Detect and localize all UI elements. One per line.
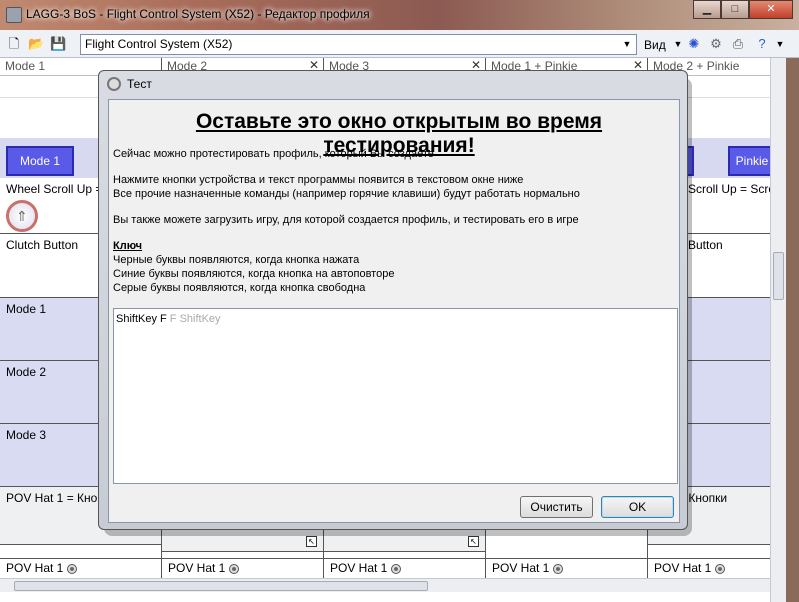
profile-select-value: Flight Control System (X52) bbox=[85, 37, 233, 51]
dialog-body: Оставьте это окно открытым во время тест… bbox=[108, 99, 680, 523]
expand-icon[interactable]: ↖ bbox=[468, 536, 479, 547]
joystick-icon[interactable]: ✺ bbox=[686, 36, 702, 52]
mode-button[interactable]: Mode 1 bbox=[6, 146, 74, 176]
dialog-title: Тест bbox=[127, 77, 152, 91]
close-button[interactable]: ✕ bbox=[749, 0, 793, 19]
minimize-button[interactable]: ▁ bbox=[693, 0, 721, 19]
gear-icon bbox=[107, 77, 121, 91]
mode-button[interactable]: Pinkie bbox=[728, 146, 776, 176]
pov-footer[interactable]: POV Hat 1 bbox=[0, 558, 161, 578]
pov-footer[interactable]: POV Hat 1 bbox=[486, 558, 647, 578]
horizontal-scrollbar[interactable] bbox=[0, 578, 770, 592]
radio-icon bbox=[229, 563, 240, 574]
radio-icon bbox=[553, 563, 564, 574]
maximize-button[interactable]: □ bbox=[721, 0, 749, 19]
key-grey-line: Серые буквы появляются, когда кнопка сво… bbox=[113, 282, 366, 294]
cell-label: Clutch Button bbox=[6, 238, 79, 252]
gear-icon[interactable]: ⚙ bbox=[708, 36, 724, 52]
view-menu[interactable]: Вид bbox=[644, 38, 666, 52]
window-frame-right bbox=[786, 58, 799, 602]
save-icon[interactable]: 💾 bbox=[50, 36, 66, 52]
window-controls: ▁ □ ✕ bbox=[693, 0, 793, 19]
new-file-icon[interactable]: 🗋 bbox=[6, 36, 22, 52]
app-icon bbox=[6, 7, 22, 23]
vertical-scroll-thumb[interactable] bbox=[773, 252, 784, 300]
pov-footer[interactable]: POV Hat 1 bbox=[162, 558, 323, 578]
view-dropdown-icon[interactable]: ▼ bbox=[670, 36, 686, 52]
test-dialog: Тест Оставьте это окно открытым во время… bbox=[98, 70, 688, 530]
expand-icon[interactable]: ↖ bbox=[306, 536, 317, 547]
info-line: Сейчас можно протестировать профиль, кот… bbox=[113, 148, 434, 160]
help-dropdown-icon[interactable]: ▼ bbox=[772, 36, 788, 52]
info-line: Вы также можете загрузить игру, для кото… bbox=[113, 214, 579, 226]
vertical-scrollbar[interactable] bbox=[770, 58, 786, 602]
scroll-wheel-icon: ⇑ bbox=[6, 200, 38, 232]
info-line: Нажмите кнопки устройства и текст програ… bbox=[113, 174, 524, 186]
open-folder-icon[interactable]: 📂 bbox=[28, 36, 44, 52]
chevron-down-icon: ▼ bbox=[622, 39, 632, 49]
print-icon[interactable]: ⎙ bbox=[730, 36, 746, 52]
test-output-box[interactable]: ShiftKey F F ShiftKey bbox=[113, 308, 678, 484]
radio-icon bbox=[391, 563, 402, 574]
toolbar: 🗋 📂 💾 Flight Control System (X52) ▼ Вид … bbox=[0, 30, 799, 58]
key-blue-line: Синие буквы появляются, когда кнопка на … bbox=[113, 268, 395, 280]
window-title: LAGG-3 BoS - Flight Control System (X52)… bbox=[26, 7, 370, 21]
horizontal-scroll-thumb[interactable] bbox=[14, 581, 428, 591]
pov-footer[interactable]: POV Hat 1 bbox=[648, 558, 770, 578]
pov-footer[interactable]: POV Hat 1 bbox=[324, 558, 485, 578]
window-titlebar: LAGG-3 BoS - Flight Control System (X52)… bbox=[0, 0, 799, 30]
test-output-pressed: ShiftKey F bbox=[116, 313, 167, 325]
profile-select[interactable]: Flight Control System (X52) ▼ bbox=[80, 34, 637, 55]
info-line: Все прочие назначенные команды (например… bbox=[113, 188, 580, 200]
key-title: Ключ bbox=[113, 240, 143, 252]
clear-button[interactable]: Очистить bbox=[520, 496, 593, 518]
help-icon[interactable]: ? bbox=[754, 36, 770, 52]
ok-button[interactable]: OK bbox=[601, 496, 674, 518]
key-black-line: Черные буквы появляются, когда кнопка на… bbox=[113, 254, 360, 266]
radio-icon bbox=[715, 563, 726, 574]
cell-label: Wheel Scroll Up = bbox=[6, 182, 103, 196]
radio-icon bbox=[67, 563, 78, 574]
test-output-released: F ShiftKey bbox=[166, 313, 221, 325]
